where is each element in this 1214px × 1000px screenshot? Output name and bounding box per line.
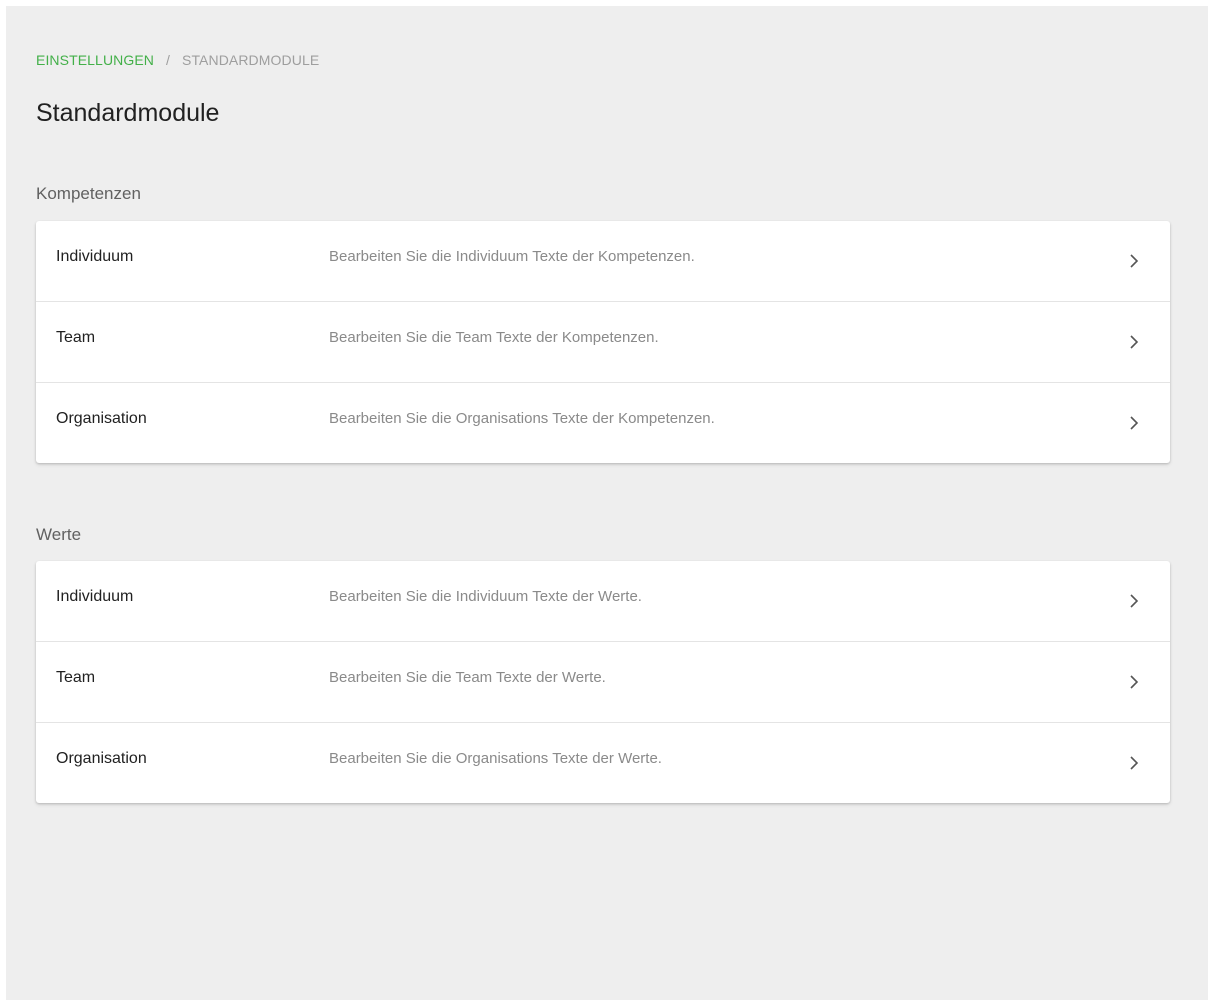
chevron-right-icon	[1128, 755, 1140, 771]
list-item-kompetenzen-individuum[interactable]: Individuum Bearbeiten Sie die Individuum…	[36, 221, 1170, 302]
list-item-label: Individuum	[56, 588, 134, 605]
breadcrumb-current: STANDARDMODULE	[182, 52, 320, 68]
list-item-werte-organisation[interactable]: Organisation Bearbeiten Sie die Organisa…	[36, 723, 1170, 803]
list-item-description: Bearbeiten Sie die Organisations Texte d…	[329, 750, 662, 767]
list-item-description: Bearbeiten Sie die Team Texte der Werte.	[329, 669, 606, 686]
card-kompetenzen: Individuum Bearbeiten Sie die Individuum…	[36, 221, 1170, 463]
list-item-label: Organisation	[56, 750, 147, 767]
list-item-label: Organisation	[56, 410, 147, 427]
breadcrumb-separator: /	[166, 52, 170, 68]
list-item-werte-team[interactable]: Team Bearbeiten Sie die Team Texte der W…	[36, 642, 1170, 723]
section-heading-werte: Werte	[36, 525, 82, 544]
breadcrumb: EINSTELLUNGEN / STANDARDMODULE	[36, 52, 319, 68]
chevron-right-icon	[1128, 253, 1140, 269]
list-item-description: Bearbeiten Sie die Organisations Texte d…	[329, 410, 715, 427]
card-werte: Individuum Bearbeiten Sie die Individuum…	[36, 561, 1170, 803]
chevron-right-icon	[1128, 674, 1140, 690]
list-item-description: Bearbeiten Sie die Individuum Texte der …	[329, 248, 695, 265]
page-container: EINSTELLUNGEN / STANDARDMODULE Standardm…	[6, 6, 1208, 1000]
chevron-right-icon	[1128, 593, 1140, 609]
list-item-werte-individuum[interactable]: Individuum Bearbeiten Sie die Individuum…	[36, 561, 1170, 642]
list-item-kompetenzen-organisation[interactable]: Organisation Bearbeiten Sie die Organisa…	[36, 383, 1170, 463]
chevron-right-icon	[1128, 415, 1140, 431]
list-item-label: Team	[56, 669, 96, 686]
list-item-kompetenzen-team[interactable]: Team Bearbeiten Sie die Team Texte der K…	[36, 302, 1170, 383]
page-title: Standardmodule	[36, 99, 220, 127]
list-item-label: Individuum	[56, 248, 134, 265]
list-item-label: Team	[56, 329, 96, 346]
list-item-description: Bearbeiten Sie die Individuum Texte der …	[329, 588, 642, 605]
section-heading-kompetenzen: Kompetenzen	[36, 184, 141, 203]
list-item-description: Bearbeiten Sie die Team Texte der Kompet…	[329, 329, 659, 346]
chevron-right-icon	[1128, 334, 1140, 350]
breadcrumb-link-einstellungen[interactable]: EINSTELLUNGEN	[36, 52, 154, 68]
